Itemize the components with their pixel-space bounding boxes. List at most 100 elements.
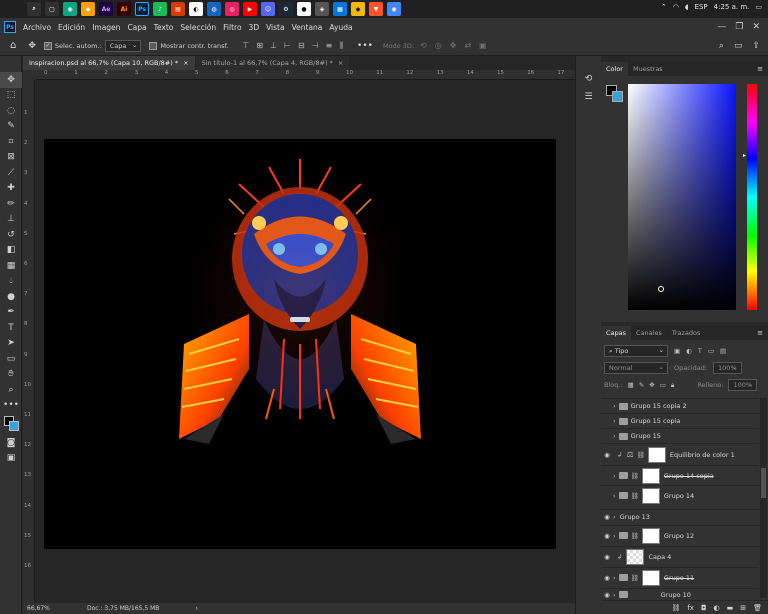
language-indicator[interactable]: ESP [695, 3, 708, 11]
layer-mask-thumbnail[interactable] [641, 569, 660, 586]
path-selection-tool-icon[interactable]: ➤ [0, 336, 22, 352]
distribute-icon[interactable]: ≡ [326, 41, 333, 51]
stamp-tool-icon[interactable]: ⊥ [0, 212, 22, 228]
history-panel-icon[interactable]: ⟲ [576, 74, 601, 84]
screen-mode-icon[interactable]: ▣ [0, 451, 22, 467]
after-effects-icon[interactable]: Ae [99, 2, 113, 16]
chevron-right-icon[interactable]: › [613, 472, 616, 480]
properties-panel-icon[interactable]: ☰ [576, 92, 601, 102]
tab-inspiracion[interactable]: Inspiracion.psd al 66,7% (Capa 10, RGB/8… [23, 56, 195, 70]
layer-row[interactable]: ◉ › Grupo 13 [601, 509, 759, 524]
more-options-icon[interactable]: ••• [357, 41, 373, 51]
eyedropper-tool-icon[interactable]: ⟋ [0, 165, 22, 181]
lock-transparency-icon[interactable]: ▦ [628, 381, 634, 389]
menu-imagen[interactable]: Imagen [92, 23, 120, 32]
clock[interactable]: 4:25 a. m. [714, 3, 750, 11]
tab-trazados[interactable]: Trazados [667, 326, 706, 340]
align-right-icon[interactable]: ⊣ [312, 41, 319, 51]
close-icon[interactable]: × [338, 56, 343, 70]
delete-layer-icon[interactable]: 🗑︎ [753, 604, 762, 612]
add-mask-icon[interactable]: ◘ [701, 604, 707, 612]
layer-row[interactable]: ◉ › Grupo 10 [601, 588, 759, 600]
filter-adjustment-icon[interactable]: ◐ [686, 347, 692, 355]
show-transform-checkbox[interactable] [149, 41, 158, 50]
crop-tool-icon[interactable]: ⌗ [0, 134, 22, 150]
layer-row[interactable]: › Grupo 15 copia [601, 413, 759, 428]
menu-filtro[interactable]: Filtro [223, 23, 241, 32]
layer-thumbnail[interactable] [626, 548, 645, 565]
menu-texto[interactable]: Texto [154, 23, 174, 32]
menu-archivo[interactable]: Archivo [23, 23, 51, 32]
chevron-right-icon[interactable]: › [613, 574, 616, 582]
align-left-icon[interactable]: ⊢ [284, 41, 291, 51]
auto-select-checkbox[interactable]: ✓ [43, 41, 52, 50]
lock-all-icon[interactable]: 🔒︎ [671, 381, 674, 390]
minimize-icon[interactable]: — [717, 22, 726, 32]
illustrator-icon[interactable]: Ai [117, 2, 131, 16]
align-middle-icon[interactable]: ⊞ [256, 41, 263, 51]
distribute-h-icon[interactable]: ⫼ [339, 41, 343, 51]
menu-capa[interactable]: Capa [127, 23, 146, 32]
align-bottom-icon[interactable]: ⊥ [270, 41, 277, 51]
adjustment-layer-icon[interactable]: ◐ [714, 604, 720, 612]
photoshop-icon[interactable]: Ps [135, 2, 149, 16]
app-icon[interactable]: ♪ [153, 2, 167, 16]
binance-icon[interactable]: ◆ [351, 2, 365, 16]
filter-type-icon[interactable]: T [698, 347, 702, 355]
layer-row[interactable]: › ⛓ Grupo 14 copia [601, 465, 759, 485]
zoom-level[interactable]: 66,67% [27, 605, 77, 612]
layer-mask-thumbnail[interactable] [641, 467, 660, 484]
3d-slide-icon[interactable]: ⇄ [464, 41, 471, 50]
layer-row[interactable]: ◉ › ⛓ Grupo 11 [601, 567, 759, 587]
menu-edicion[interactable]: Edición [58, 23, 85, 32]
move-tool-icon[interactable]: ✥ [0, 72, 22, 88]
github-icon[interactable]: ● [297, 2, 311, 16]
vertical-scrollbar[interactable] [566, 80, 575, 603]
hue-slider[interactable]: ▸ [743, 84, 757, 310]
app-icon[interactable]: ◍ [207, 2, 221, 16]
eye-icon[interactable]: ◉ [601, 451, 613, 459]
3d-pan-icon[interactable]: ✥ [450, 41, 457, 50]
chevron-right-icon[interactable]: › [613, 492, 616, 500]
layer-row[interactable]: ◉ › ⛓ Grupo 12 [601, 525, 759, 545]
new-layer-icon[interactable]: ⊞ [740, 604, 746, 612]
frame-tool-icon[interactable]: ⊠ [0, 150, 22, 166]
tab-color[interactable]: Color [601, 62, 628, 76]
notification-icon[interactable]: ▭ [755, 3, 762, 11]
layer-mask-thumbnail[interactable] [641, 487, 660, 504]
lock-artboard-icon[interactable]: ▭ [660, 381, 666, 389]
task-view-icon[interactable]: ▢ [45, 2, 59, 16]
move-tool-icon[interactable]: ✥ [28, 41, 36, 51]
lock-position-icon[interactable]: ✥ [649, 381, 654, 389]
discord-icon[interactable]: ☺ [261, 2, 275, 16]
close-icon[interactable]: × [183, 56, 188, 70]
color-swatches[interactable] [0, 413, 21, 435]
volume-icon[interactable]: ◖ [685, 3, 689, 11]
app-icon[interactable]: ◐ [189, 2, 203, 16]
align-top-icon[interactable]: ⊤ [242, 41, 249, 51]
horizontal-ruler[interactable]: 0 1 2 3 4 5 6 7 8 9 10 11 12 13 14 15 16 17 [36, 70, 575, 80]
filter-smart-icon[interactable]: ▤ [720, 347, 726, 355]
menu-ventana[interactable]: Ventana [292, 23, 323, 32]
rectangle-tool-icon[interactable]: ▭ [0, 351, 22, 367]
home-icon[interactable]: ⌂ [10, 40, 16, 51]
tab-capas[interactable]: Capas [601, 326, 632, 340]
layer-row[interactable]: › Grupo 15 [601, 428, 759, 443]
zoom-tool-icon[interactable]: ⌕ [0, 382, 22, 398]
hand-tool-icon[interactable]: ✋︎ [0, 367, 22, 383]
marquee-tool-icon[interactable]: ⬚ [0, 88, 22, 104]
scrollbar-thumb[interactable] [761, 468, 766, 498]
vertical-ruler[interactable]: 1 2 3 4 5 6 7 8 9 10 11 12 13 14 15 16 [23, 80, 35, 603]
fx-icon[interactable]: fx [687, 604, 694, 612]
app-icon[interactable]: ◆ [81, 2, 95, 16]
layer-row[interactable]: › Grupo 15 copia 2 [601, 398, 759, 413]
menu-3d[interactable]: 3D [249, 23, 260, 32]
background-color-swatch[interactable] [9, 421, 19, 431]
edit-toolbar-icon[interactable]: ••• [0, 398, 22, 414]
steam-icon[interactable]: ⚙ [279, 2, 293, 16]
eye-icon[interactable]: ◉ [601, 513, 613, 521]
tab-canales[interactable]: Canales [631, 326, 667, 340]
layer-filter-dropdown[interactable]: ⌕ Tipo [604, 345, 668, 357]
eye-icon[interactable]: ◉ [601, 553, 613, 561]
chrome-icon[interactable]: ◉ [387, 2, 401, 16]
